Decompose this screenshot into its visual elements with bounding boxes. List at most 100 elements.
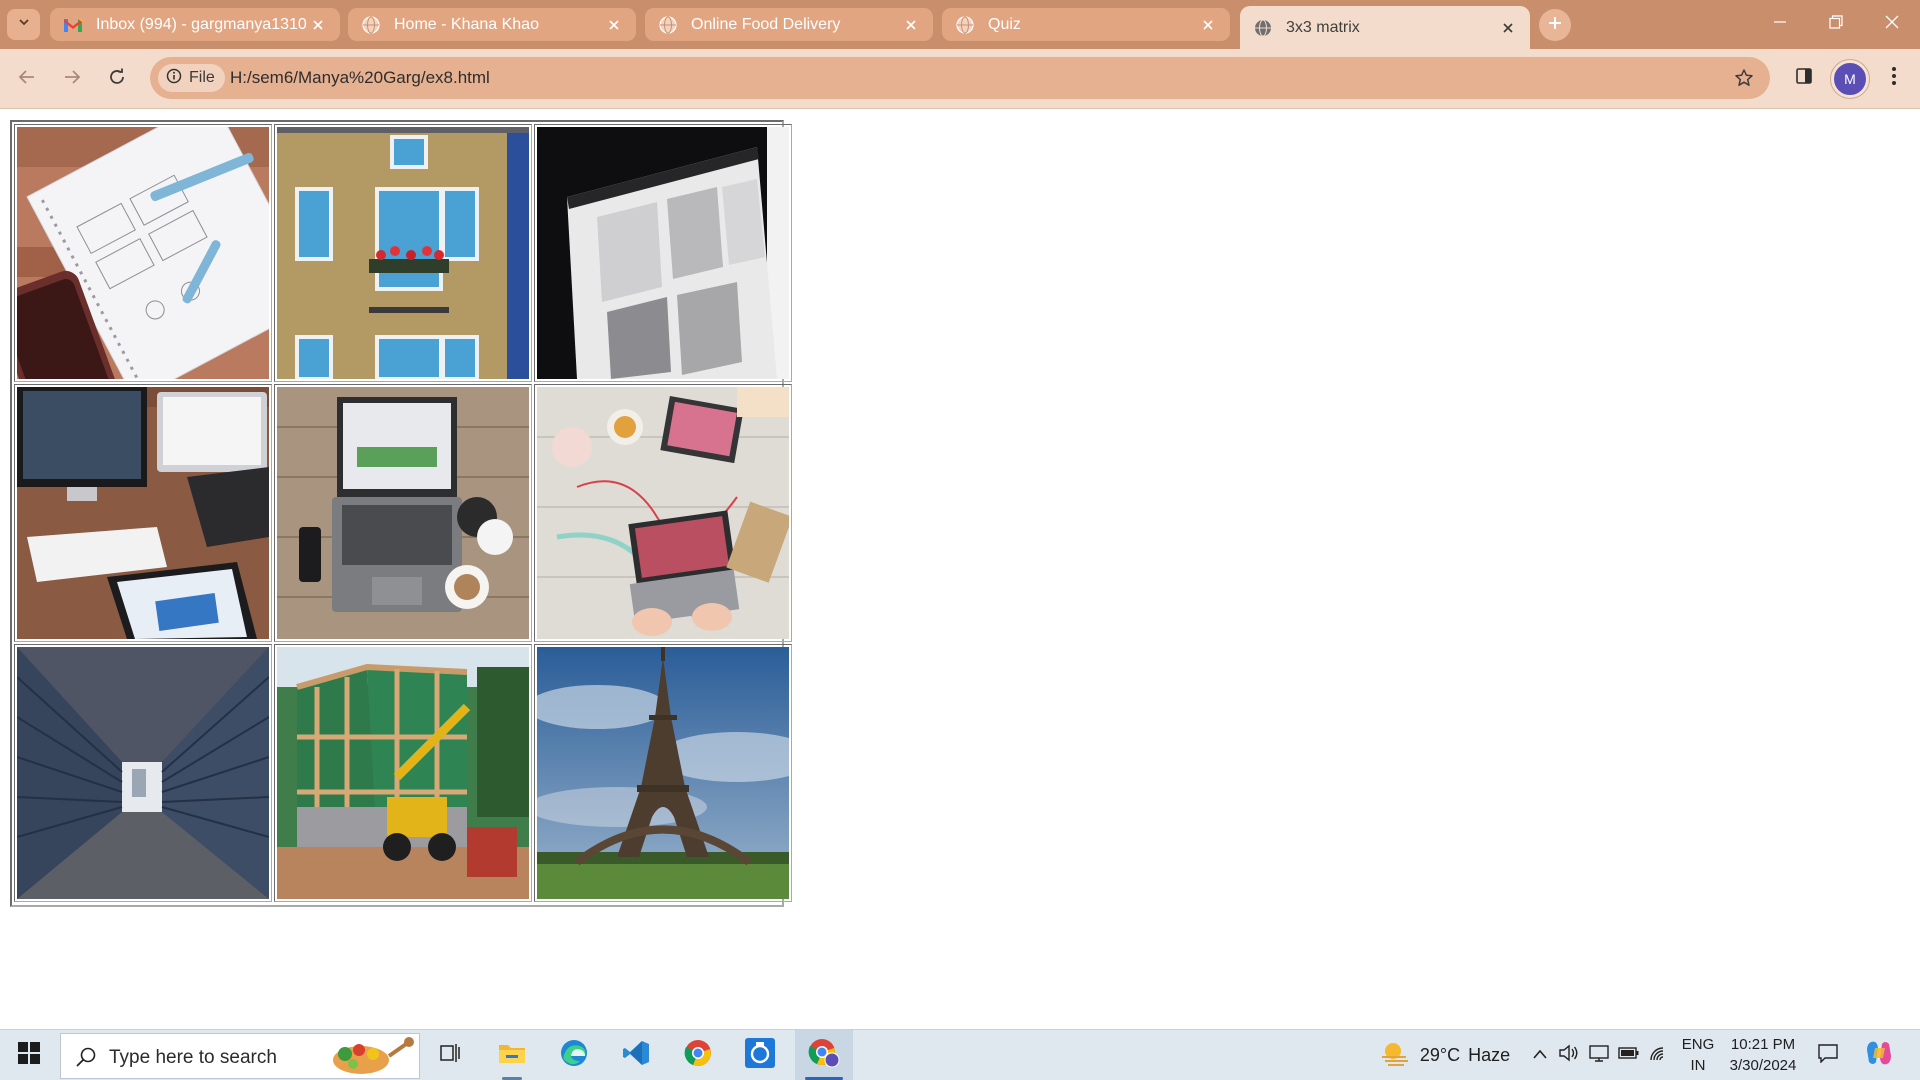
site-info-chip[interactable]: File bbox=[158, 64, 225, 92]
arrow-right-icon bbox=[63, 68, 81, 91]
tab-khana-khao[interactable]: Home - Khana Khao bbox=[348, 8, 636, 41]
imac-laptop-tablet-desk-image bbox=[17, 387, 269, 639]
vscode-button[interactable] bbox=[607, 1030, 665, 1080]
start-button[interactable] bbox=[0, 1030, 58, 1080]
eiffel-tower-image bbox=[537, 647, 789, 899]
minimize-button[interactable] bbox=[1752, 0, 1808, 49]
search-icon bbox=[75, 1046, 97, 1073]
close-icon bbox=[1885, 15, 1899, 34]
house-construction-image bbox=[277, 647, 529, 899]
language-code: ENG bbox=[1681, 1036, 1715, 1053]
tab-title: Inbox (994) - gargmanya1310@ bbox=[96, 15, 308, 33]
close-window-button[interactable] bbox=[1864, 0, 1920, 49]
info-icon bbox=[166, 68, 182, 89]
speaker-icon bbox=[1558, 1043, 1580, 1068]
craft-desk-laptop-image bbox=[537, 387, 789, 639]
close-icon[interactable] bbox=[1498, 18, 1518, 38]
tab-gmail[interactable]: Inbox (994) - gargmanya1310@ bbox=[50, 8, 340, 41]
reload-icon bbox=[108, 68, 126, 91]
forward-button[interactable] bbox=[55, 62, 89, 96]
more-vertical-icon bbox=[1891, 66, 1897, 91]
app-icon bbox=[745, 1038, 775, 1073]
new-tab-button[interactable] bbox=[1539, 9, 1571, 41]
chrome-button[interactable] bbox=[669, 1030, 727, 1080]
tab-online-food-delivery[interactable]: Online Food Delivery bbox=[645, 8, 933, 41]
notifications-button[interactable] bbox=[1808, 1030, 1848, 1080]
scheme-label: File bbox=[189, 69, 215, 86]
table-cell bbox=[534, 644, 792, 902]
language-region: IN bbox=[1690, 1057, 1706, 1074]
table-cell bbox=[534, 124, 792, 382]
chrome-profile-button[interactable] bbox=[795, 1030, 853, 1080]
meet-now-button[interactable] bbox=[1584, 1030, 1614, 1080]
tab-title: 3x3 matrix bbox=[1286, 18, 1360, 36]
restore-button[interactable] bbox=[1808, 0, 1864, 49]
task-view-icon bbox=[438, 1042, 462, 1069]
edge-button[interactable] bbox=[545, 1030, 603, 1080]
chevron-up-icon bbox=[1532, 1047, 1548, 1065]
side-panel-icon bbox=[1795, 67, 1813, 90]
clock-time: 10:21 PM bbox=[1730, 1036, 1796, 1053]
close-icon[interactable] bbox=[1198, 15, 1218, 35]
volume-button[interactable] bbox=[1554, 1030, 1584, 1080]
network-button[interactable] bbox=[1644, 1030, 1674, 1080]
address-bar[interactable]: File H:/sem6/Manya%20Garg/ex8.html bbox=[150, 57, 1770, 99]
url-text[interactable]: H:/sem6/Manya%20Garg/ex8.html bbox=[230, 68, 490, 88]
edge-icon bbox=[560, 1039, 588, 1072]
table-cell bbox=[274, 124, 532, 382]
table-cell bbox=[274, 644, 532, 902]
file-explorer-button[interactable] bbox=[483, 1030, 541, 1080]
close-icon[interactable] bbox=[901, 15, 921, 35]
narrow-corridor-image bbox=[17, 647, 269, 899]
taskbar-search-input[interactable]: Type here to search bbox=[60, 1033, 420, 1079]
browser-menu-button[interactable] bbox=[1877, 61, 1911, 95]
table-cell bbox=[14, 644, 272, 902]
input-language-button[interactable]: ENG IN bbox=[1678, 1030, 1718, 1080]
chat-bubble-icon bbox=[1817, 1043, 1839, 1068]
image-matrix-table bbox=[10, 120, 792, 907]
windows-taskbar: Type here to search 29°C Haze ENG IN 10:… bbox=[0, 1029, 1920, 1080]
wifi-icon bbox=[1648, 1043, 1670, 1068]
globe-icon bbox=[658, 15, 678, 35]
monitor-icon bbox=[1588, 1043, 1610, 1068]
app-button[interactable] bbox=[731, 1030, 789, 1080]
laptop-coffee-desk-image bbox=[277, 387, 529, 639]
weather-widget[interactable]: 29°C Haze bbox=[1370, 1030, 1520, 1080]
avatar-initial: M bbox=[1844, 71, 1856, 87]
table-cell bbox=[14, 384, 272, 642]
chrome-icon bbox=[684, 1039, 712, 1072]
tab-title: Quiz bbox=[988, 15, 1021, 33]
task-view-button[interactable] bbox=[421, 1030, 479, 1080]
close-icon[interactable] bbox=[604, 15, 624, 35]
show-hidden-icons-button[interactable] bbox=[1526, 1030, 1554, 1080]
copilot-icon bbox=[1865, 1040, 1893, 1071]
globe-icon bbox=[361, 15, 381, 35]
table-cell bbox=[274, 384, 532, 642]
tab-search-button[interactable] bbox=[7, 9, 40, 40]
globe-icon bbox=[955, 15, 975, 35]
notebook-wireframe-sketch-image bbox=[17, 127, 269, 379]
side-panel-button[interactable] bbox=[1787, 61, 1821, 95]
weather-condition: Haze bbox=[1468, 1045, 1511, 1065]
chevron-down-icon bbox=[17, 15, 31, 34]
copilot-button[interactable] bbox=[1856, 1030, 1902, 1080]
arrow-left-icon bbox=[18, 68, 36, 91]
monitor-closeup-image bbox=[537, 127, 789, 379]
back-button[interactable] bbox=[10, 62, 44, 96]
globe-icon bbox=[1253, 18, 1273, 38]
minimize-icon bbox=[1773, 15, 1787, 34]
tab-quiz[interactable]: Quiz bbox=[942, 8, 1230, 41]
clock-button[interactable]: 10:21 PM 3/30/2024 bbox=[1718, 1030, 1808, 1080]
vscode-icon bbox=[622, 1039, 650, 1072]
tab-strip: Inbox (994) - gargmanya1310@ Home - Khan… bbox=[0, 0, 1920, 49]
reload-button[interactable] bbox=[100, 62, 134, 96]
tab-3x3-matrix[interactable]: 3x3 matrix bbox=[1240, 6, 1530, 49]
restore-icon bbox=[1829, 15, 1843, 34]
bookmark-star-icon[interactable] bbox=[1732, 66, 1756, 90]
clock-date: 3/30/2024 bbox=[1729, 1057, 1797, 1074]
profile-avatar[interactable]: M bbox=[1830, 59, 1870, 99]
close-icon[interactable] bbox=[308, 15, 328, 35]
plus-icon bbox=[1547, 15, 1563, 36]
weather-temperature: 29°C bbox=[1419, 1045, 1461, 1065]
battery-button[interactable] bbox=[1614, 1030, 1644, 1080]
